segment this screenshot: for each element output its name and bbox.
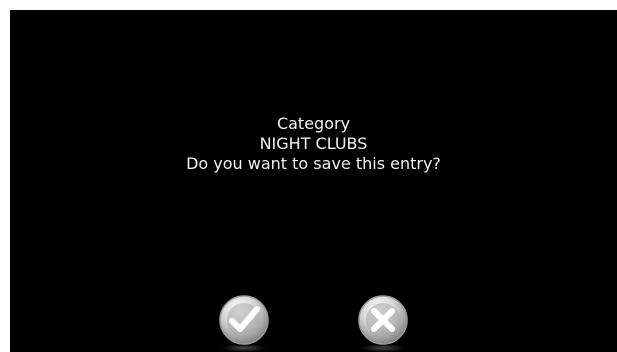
dialog-message: Category NIGHT CLUBS Do you want to save…	[10, 114, 617, 174]
save-entry-dialog: Category NIGHT CLUBS Do you want to save…	[10, 10, 617, 352]
cancel-button[interactable]	[356, 294, 410, 352]
confirm-button[interactable]	[217, 294, 271, 352]
checkmark-icon	[219, 295, 269, 345]
save-question: Do you want to save this entry?	[186, 154, 441, 173]
close-icon	[358, 295, 408, 345]
category-value: NIGHT CLUBS	[259, 134, 368, 153]
cancel-button-reflection	[360, 344, 406, 352]
confirm-button-reflection	[221, 344, 267, 352]
category-label: Category	[276, 114, 351, 133]
